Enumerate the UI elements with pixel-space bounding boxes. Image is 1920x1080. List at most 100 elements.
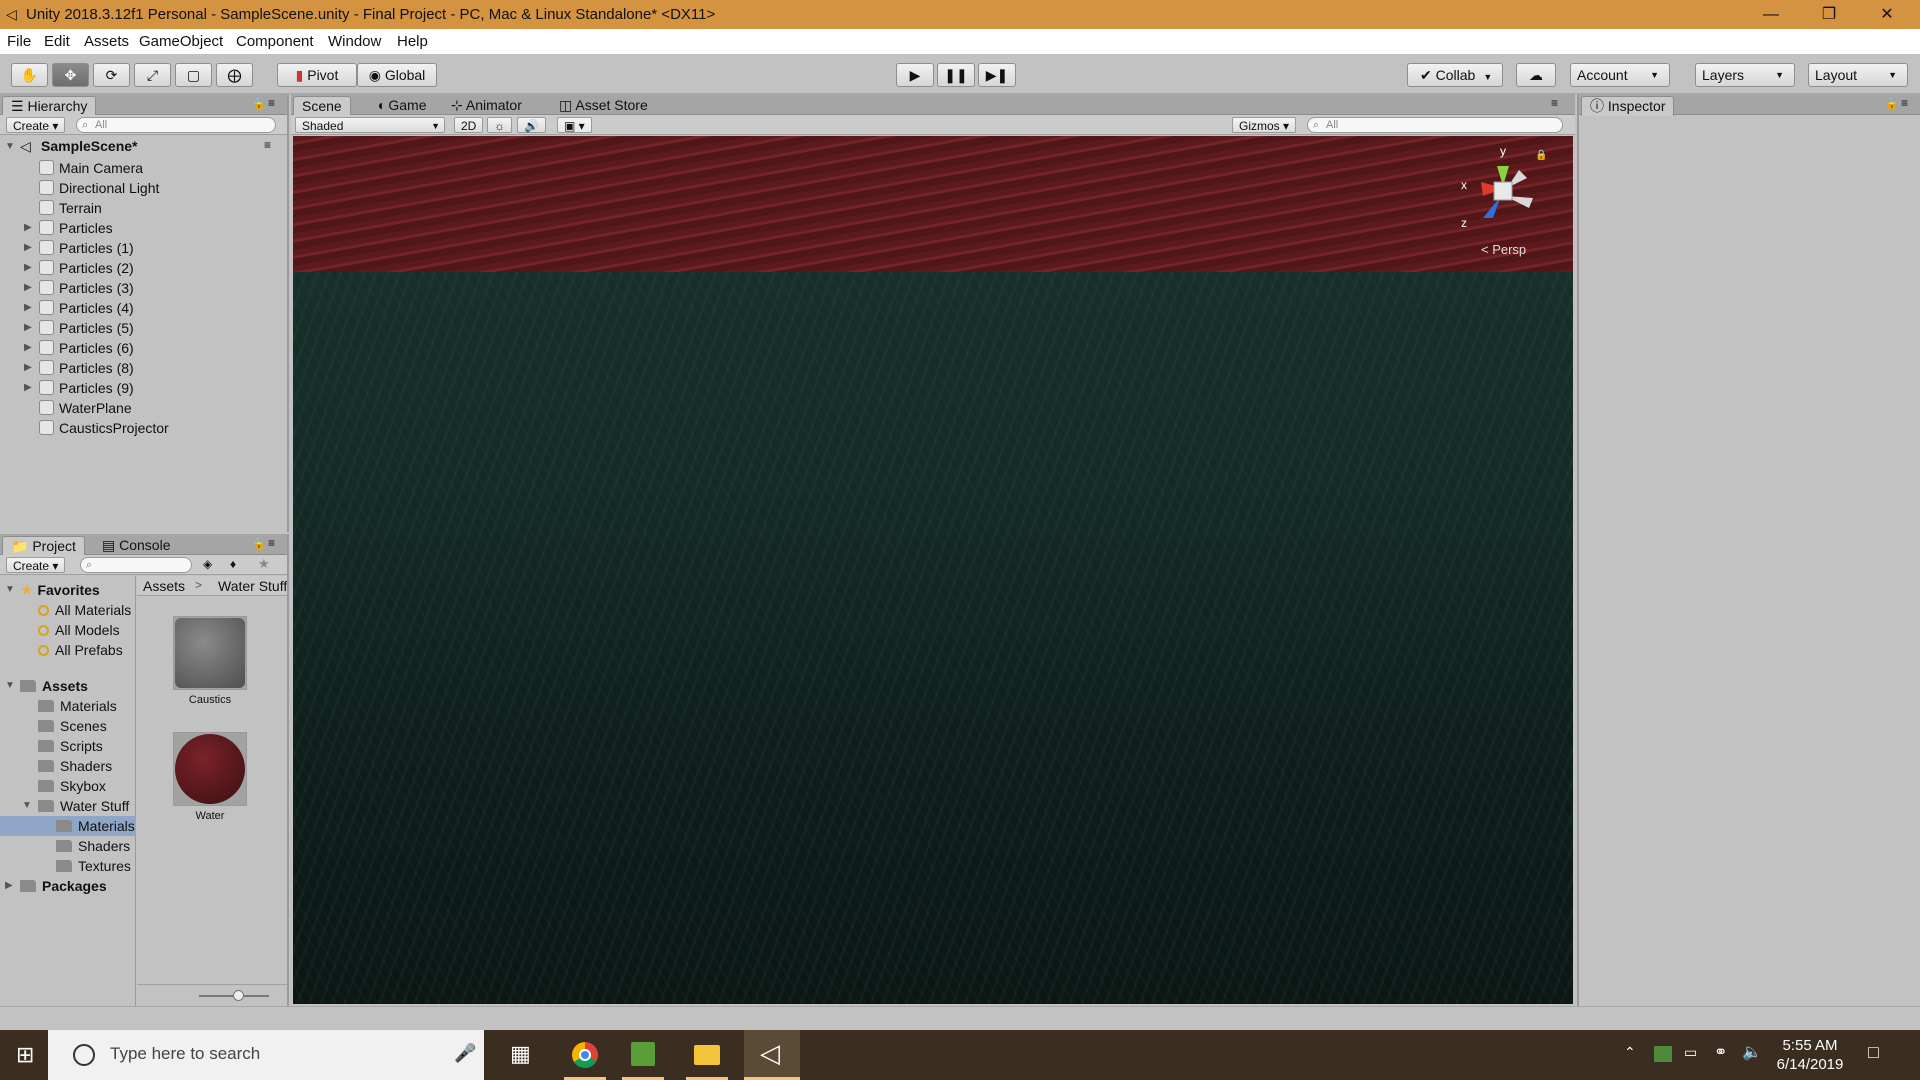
expand-arrow-icon[interactable]: ▶ [24, 298, 32, 318]
favorite-all-models[interactable]: All Models [38, 620, 120, 640]
lock-icon[interactable]: 🔒 [252, 537, 266, 550]
breadcrumb-assets[interactable]: Assets [143, 578, 185, 594]
tab-asset-store[interactable]: ◫ Asset Store [551, 96, 656, 115]
folder-shaders[interactable]: Shaders [38, 756, 112, 776]
maximize-button[interactable]: ❐ [1800, 0, 1858, 29]
hierarchy-create-button[interactable]: Create ▾ [6, 117, 66, 133]
close-button[interactable]: ✕ [1858, 0, 1916, 29]
tab-game[interactable]: ◖ Game [368, 96, 434, 115]
minimize-button[interactable]: — [1742, 0, 1800, 29]
rotate-tool-button[interactable]: ⟳ [93, 63, 130, 87]
tab-scene[interactable]: Scene [293, 96, 351, 116]
hierarchy-item[interactable]: Directional Light [0, 178, 287, 198]
folder-scenes[interactable]: Scenes [38, 716, 107, 736]
scene-orientation-gizmo[interactable]: y x z 🔒 < Persp [1453, 144, 1563, 264]
scale-tool-button[interactable]: ⤢ [134, 63, 171, 87]
scene-menu-icon[interactable]: ≡ [264, 138, 271, 152]
expand-arrow-icon[interactable]: ▶ [24, 338, 32, 358]
hierarchy-item[interactable]: WaterPlane [0, 398, 287, 418]
size-slider-handle[interactable] [233, 990, 244, 1001]
battery-icon[interactable]: ▭ [1684, 1044, 1697, 1061]
pause-button[interactable]: ❚❚ [937, 63, 975, 87]
filter-type-icon[interactable]: ◈ [203, 557, 212, 571]
2d-toggle[interactable]: 2D [454, 117, 484, 133]
tab-console[interactable]: ▤ Console [94, 536, 179, 555]
expand-arrow-icon[interactable]: ▶ [24, 258, 32, 278]
scene-search-input[interactable]: All [1307, 117, 1563, 133]
rect-tool-button[interactable]: ▢ [175, 63, 212, 87]
hierarchy-item[interactable]: Terrain [0, 198, 287, 218]
collab-dropdown[interactable]: ✔ Collab ▼ [1407, 63, 1503, 87]
menu-help[interactable]: Help [397, 33, 428, 50]
scene-viewport[interactable]: y x z 🔒 < Persp [293, 136, 1573, 1004]
folder-water-stuff[interactable]: ▼ Water Stuff [22, 796, 136, 816]
menu-assets[interactable]: Assets [84, 33, 129, 50]
menu-edit[interactable]: Edit [44, 33, 70, 50]
menu-window[interactable]: Window [328, 33, 381, 50]
expand-arrow-icon[interactable]: ▼ [5, 580, 15, 600]
hierarchy-item[interactable]: ▶ Particles (3) [0, 278, 287, 298]
filter-label-icon[interactable]: ♦ [230, 557, 236, 571]
lighting-toggle[interactable]: ☼ [487, 117, 512, 133]
hierarchy-item[interactable]: ▶ Particles [0, 218, 287, 238]
hierarchy-item[interactable]: ▶ Particles (4) [0, 298, 287, 318]
expand-arrow-icon[interactable]: ▶ [24, 358, 32, 378]
expand-arrow-icon[interactable]: ▼ [5, 141, 15, 152]
hierarchy-item[interactable]: ▶ Particles (2) [0, 258, 287, 278]
task-view-icon[interactable]: ▦ [510, 1041, 531, 1067]
hierarchy-item[interactable]: Main Camera [0, 158, 287, 178]
expand-arrow-icon[interactable]: ▶ [24, 218, 32, 238]
transform-tool-button[interactable]: ⨁ [216, 63, 253, 87]
microphone-icon[interactable]: 🎤 [454, 1043, 476, 1064]
chrome-taskbar-button[interactable] [560, 1030, 610, 1080]
project-create-button[interactable]: Create ▾ [6, 557, 66, 573]
hierarchy-item[interactable]: ▶ Particles (1) [0, 238, 287, 258]
account-dropdown[interactable]: Account ▼ [1570, 63, 1670, 87]
expand-arrow-icon[interactable]: ▼ [22, 796, 32, 816]
favorite-all-materials[interactable]: All Materials [38, 600, 131, 620]
tab-hierarchy[interactable]: ☰ Hierarchy [2, 96, 97, 116]
step-button[interactable]: ▶❚ [978, 63, 1016, 87]
menu-file[interactable]: File [7, 33, 31, 50]
hierarchy-search-input[interactable]: All [76, 117, 276, 133]
cloud-button[interactable]: ☁ [1516, 63, 1556, 87]
global-toggle[interactable]: ◉ Global [357, 63, 437, 87]
perspective-label[interactable]: < Persp [1481, 242, 1526, 257]
folder-water-materials-selected[interactable]: Materials [0, 816, 136, 836]
tab-animator[interactable]: ⊹ Animator [443, 96, 530, 115]
expand-arrow-icon[interactable]: ▼ [5, 676, 15, 696]
unity-taskbar-button[interactable]: ◁ [744, 1030, 800, 1080]
hierarchy-item[interactable]: ▶ Particles (5) [0, 318, 287, 338]
asset-caustics[interactable] [173, 616, 247, 690]
panel-menu-icon[interactable]: ≡ [268, 536, 275, 550]
project-search-input[interactable] [80, 557, 192, 573]
folder-scripts[interactable]: Scripts [38, 736, 103, 756]
folder-water-shaders[interactable]: Shaders [56, 836, 136, 856]
notification-icon[interactable]: □ [1868, 1042, 1879, 1063]
tray-app-icon[interactable] [1654, 1046, 1672, 1062]
panel-menu-icon[interactable]: ≡ [1551, 96, 1558, 110]
volume-icon[interactable]: 🔈 [1742, 1042, 1762, 1062]
layers-dropdown[interactable]: Layers ▼ [1695, 63, 1795, 87]
panel-menu-icon[interactable]: ≡ [1901, 96, 1908, 110]
folder-materials[interactable]: Materials [38, 696, 117, 716]
wifi-icon[interactable]: ⚭ [1714, 1042, 1727, 1062]
move-tool-button[interactable]: ✥ [52, 63, 89, 87]
shading-mode-dropdown[interactable]: Shaded ▼ [295, 117, 445, 133]
folder-water-textures[interactable]: Textures [56, 856, 136, 876]
favorite-all-prefabs[interactable]: All Prefabs [38, 640, 123, 660]
tab-project[interactable]: 📁 Project [2, 536, 85, 556]
lock-icon[interactable]: 🔒 [252, 97, 266, 110]
audio-toggle[interactable]: 🔊 [517, 117, 546, 133]
effects-toggle[interactable]: ▣ ▾ [557, 117, 592, 133]
folder-skybox[interactable]: Skybox [38, 776, 106, 796]
expand-arrow-icon[interactable]: ▶ [24, 318, 32, 338]
scene-header-row[interactable]: ▼ ◁ SampleScene* ≡ [0, 136, 287, 158]
favorite-star-icon[interactable]: ★ [258, 556, 270, 572]
menu-component[interactable]: Component [236, 33, 314, 50]
expand-arrow-icon[interactable]: ▶ [24, 378, 32, 398]
pivot-toggle[interactable]: ▮ Pivot [277, 63, 357, 87]
breadcrumb-water-stuff[interactable]: Water Stuff [218, 578, 287, 594]
taskbar-search-box[interactable]: Type here to search 🎤 [48, 1030, 484, 1080]
clock[interactable]: 5:55 AM 6/14/2019 [1772, 1036, 1848, 1074]
